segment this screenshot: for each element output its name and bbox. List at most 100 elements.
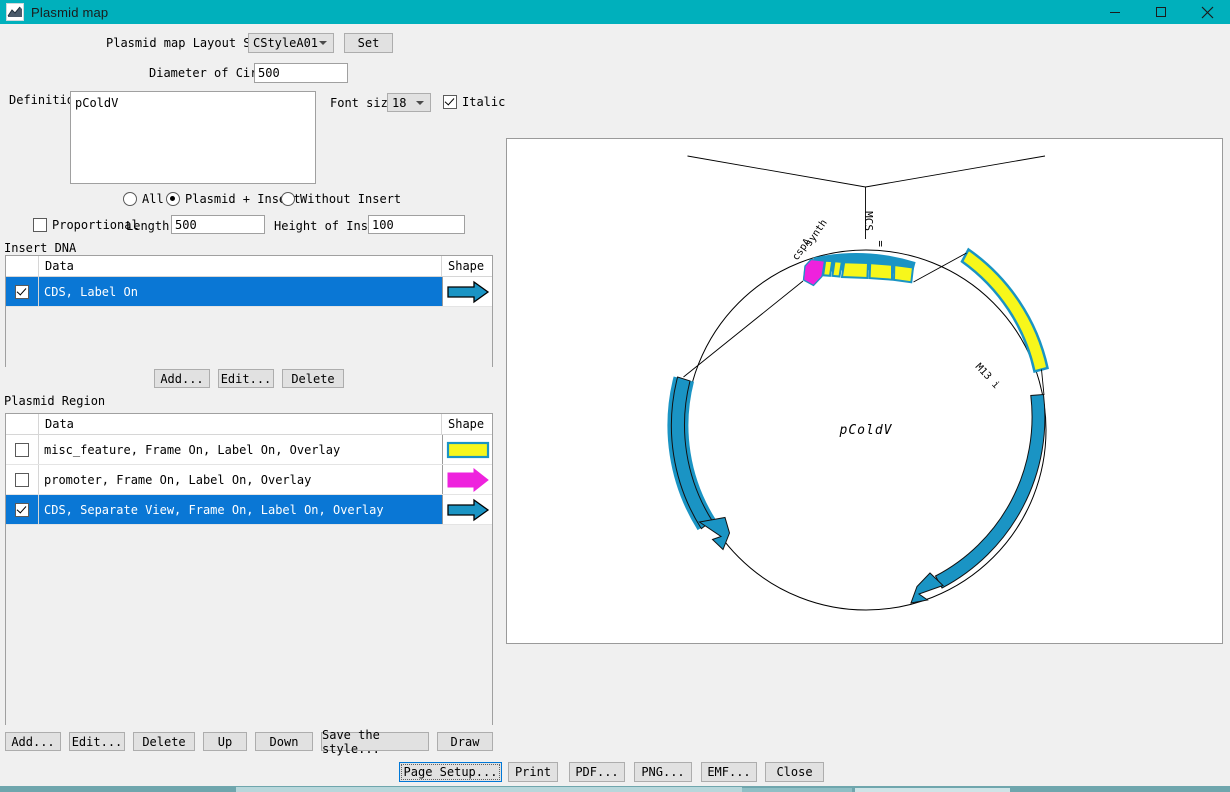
maximize-button[interactable] (1138, 0, 1184, 24)
scope-radio-without-insert-label: Without Insert (300, 192, 402, 206)
checkbox-icon (15, 502, 29, 517)
pdf-button[interactable]: PDF... (569, 762, 625, 782)
insert-dna-col-shape: Shape (448, 259, 485, 273)
proportional-checkbox[interactable]: Proportional (33, 218, 139, 232)
height-of-insert-input[interactable]: 100 (368, 215, 465, 234)
plasmid-region-header: Data Shape (6, 414, 492, 435)
checkbox-icon (443, 95, 457, 109)
insert-dna-col-check (6, 256, 39, 276)
plasmid-region-empty-area (6, 525, 492, 725)
plasmid-region-draw-label: Draw (450, 734, 480, 749)
plasmid-map-drawing: MCS = synth cspA M13 i pColdV (667, 155, 1049, 611)
emf-button[interactable]: EMF... (701, 762, 757, 782)
plasmid-region-save-style-button[interactable]: Save the style... (321, 728, 429, 756)
taskbar-item-b[interactable] (742, 788, 852, 792)
plasmid-map-icon (6, 3, 24, 21)
svg-text:pColdV: pColdV (839, 423, 893, 438)
plasmid-region-col-shape: Shape (448, 417, 485, 431)
plasmid-region-down-label: Down (269, 734, 299, 749)
plasmid-region-edit-button[interactable]: Edit... (69, 732, 125, 751)
insert-dna-add-label: Add... (160, 371, 204, 386)
checkbox-icon (15, 284, 29, 299)
window-controls (1092, 0, 1230, 24)
close-button[interactable] (1184, 0, 1230, 24)
plasmid-region-delete-label: Delete (142, 734, 186, 749)
plasmid-region-list[interactable]: Data Shape misc_feature, Frame On, Label… (5, 413, 493, 725)
radio-icon (123, 192, 137, 206)
table-row[interactable]: CDS, Label On (6, 277, 492, 307)
insert-dna-delete-label: Delete (291, 371, 335, 386)
row-data-label: misc_feature, Frame On, Label On, Overla… (44, 442, 341, 457)
radio-icon (281, 192, 295, 206)
insert-dna-edit-button[interactable]: Edit... (218, 369, 274, 388)
chevron-down-icon (416, 100, 424, 105)
plasmid-region-col-data: Data (39, 414, 442, 434)
scope-radio-all[interactable]: All (123, 192, 164, 206)
checkbox-icon (33, 218, 47, 232)
title-bar: Plasmid map (0, 0, 1230, 24)
close-dialog-button[interactable]: Close (765, 762, 824, 782)
print-label: Print (514, 765, 552, 779)
font-size-combobox[interactable]: 18 (387, 93, 431, 112)
taskbar-item-c[interactable] (855, 788, 1010, 792)
close-dialog-label: Close (776, 765, 813, 779)
insert-dna-header: Data Shape (6, 256, 492, 277)
chevron-down-icon (319, 41, 327, 45)
emf-label: EMF... (707, 765, 751, 779)
plasmid-region-delete-button[interactable]: Delete (133, 732, 195, 751)
row-shape-rect-yellow-icon (442, 435, 492, 464)
taskbar-item-a[interactable] (236, 787, 742, 792)
insert-dna-edit-label: Edit... (220, 371, 272, 386)
plasmid-map-window: Plasmid map Plasmid map Layout Style: CS… (0, 0, 1230, 792)
plasmid-region-up-button[interactable]: Up (203, 732, 247, 751)
insert-dna-list[interactable]: Data Shape CDS, Label On (5, 255, 493, 367)
plasmid-region-save-style-label: Save the style... (322, 727, 380, 756)
row-data-label: CDS, Label On (44, 284, 138, 299)
set-button-label: Set (357, 36, 380, 50)
radio-icon (166, 192, 180, 206)
row-shape-arrow-right-magenta-icon (442, 465, 492, 494)
plasmid-region-col-check (6, 414, 39, 434)
print-button[interactable]: Print (508, 762, 558, 782)
page-setup-label: Page Setup... (403, 765, 498, 779)
plasmid-region-group-label: Plasmid Region (4, 394, 106, 408)
italic-label: Italic (462, 95, 506, 109)
insert-dna-add-button[interactable]: Add... (154, 369, 210, 388)
plasmid-region-add-button[interactable]: Add... (5, 732, 61, 751)
plasmid-region-draw-button[interactable]: Draw (437, 732, 493, 751)
insert-dna-delete-button[interactable]: Delete (282, 369, 344, 388)
pdf-label: PDF... (575, 765, 619, 779)
length-input[interactable]: 500 (171, 215, 265, 234)
scope-radio-without-insert[interactable]: Without Insert (281, 192, 401, 206)
set-button[interactable]: Set (344, 33, 393, 53)
row-checkbox[interactable] (6, 435, 39, 464)
row-checkbox[interactable] (6, 465, 39, 494)
minimize-button[interactable] (1092, 0, 1138, 24)
page-setup-button[interactable]: Page Setup... (399, 762, 502, 782)
definition-textarea[interactable]: pColdV (70, 91, 316, 184)
table-row[interactable]: promoter, Frame On, Label On, Overlay (6, 465, 492, 495)
plasmid-region-down-button[interactable]: Down (255, 732, 313, 751)
row-shape-arrow-right-teal-icon (442, 495, 492, 524)
svg-text:=: = (874, 240, 887, 247)
italic-checkbox[interactable]: Italic (443, 95, 505, 109)
plasmid-region-edit-label: Edit... (71, 734, 123, 749)
insert-dna-col-data: Data (39, 256, 442, 276)
diameter-input[interactable]: 500 (254, 63, 348, 83)
plasmid-map-canvas[interactable]: MCS = synth cspA M13 i pColdV (506, 138, 1223, 644)
row-data-label: CDS, Separate View, Frame On, Label On, … (44, 502, 384, 517)
png-button[interactable]: PNG... (634, 762, 692, 782)
checkbox-icon (15, 472, 29, 487)
row-checkbox[interactable] (6, 495, 39, 524)
layout-style-combobox[interactable]: CStyleA01 (248, 33, 334, 53)
svg-text:M13 i: M13 i (973, 362, 1002, 392)
checkbox-icon (15, 442, 29, 457)
row-checkbox[interactable] (6, 277, 39, 306)
layout-style-value: CStyleA01 (253, 36, 319, 50)
table-row[interactable]: misc_feature, Frame On, Label On, Overla… (6, 435, 492, 465)
table-row[interactable]: CDS, Separate View, Frame On, Label On, … (6, 495, 492, 525)
length-label: Length: (126, 219, 177, 233)
insert-dna-group-label: Insert DNA (4, 241, 77, 255)
png-label: PNG... (641, 765, 685, 779)
row-data-label: promoter, Frame On, Label On, Overlay (44, 472, 312, 487)
